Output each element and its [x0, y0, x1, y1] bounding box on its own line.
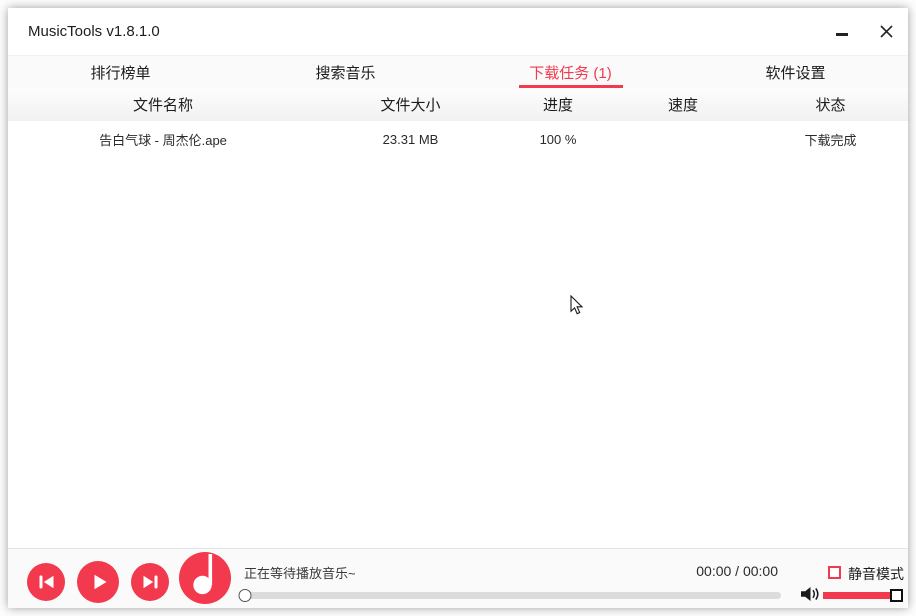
next-track-button[interactable] [131, 563, 169, 601]
app-window: MusicTools v1.8.1.0 排行榜单 搜索音乐 [8, 8, 908, 608]
tab-label: 软件设置 [765, 62, 825, 83]
tab-downloads[interactable]: 下载任务 (1) [458, 56, 683, 88]
volume-thumb[interactable] [890, 589, 903, 602]
column-header-status: 状态 [753, 94, 908, 115]
column-header-filename: 文件名称 [8, 94, 318, 115]
tab-settings[interactable]: 软件设置 [683, 56, 908, 88]
window-title: MusicTools v1.8.1.0 [28, 23, 160, 40]
cell-status: 下载完成 [753, 130, 908, 149]
column-header-filesize: 文件大小 [318, 94, 503, 115]
tab-search[interactable]: 搜索音乐 [233, 56, 458, 88]
app-logo [179, 552, 231, 604]
column-header-speed: 速度 [613, 94, 753, 115]
progress-track [245, 592, 781, 599]
tabbar: 排行榜单 搜索音乐 下载任务 (1) 软件设置 [8, 55, 908, 88]
tab-label: 搜索音乐 [315, 62, 375, 83]
cell-filesize: 23.31 MB [318, 132, 503, 147]
skip-back-icon [39, 575, 54, 589]
close-button[interactable] [864, 8, 908, 55]
volume-slider[interactable] [823, 589, 901, 602]
player-bar: 正在等待播放音乐~ 00:00 / 00:00 静音模式 [8, 548, 908, 608]
skip-forward-icon [143, 575, 158, 589]
previous-track-button[interactable] [27, 563, 65, 601]
mute-label: 静音模式 [848, 564, 904, 584]
column-header-progress: 进度 [503, 94, 613, 115]
mute-checkbox[interactable] [828, 566, 841, 579]
download-list: 告白气球 - 周杰伦.ape 23.31 MB 100 % 下载完成 [8, 121, 908, 548]
screen: MusicTools v1.8.1.0 排行榜单 搜索音乐 [0, 0, 916, 616]
music-note-icon [179, 552, 231, 604]
table-header: 文件名称 文件大小 进度 速度 状态 [8, 88, 908, 121]
titlebar: MusicTools v1.8.1.0 [8, 8, 908, 55]
download-row[interactable]: 告白气球 - 周杰伦.ape 23.31 MB 100 % 下载完成 [8, 121, 908, 158]
play-button[interactable] [77, 561, 119, 603]
player-status-text: 正在等待播放音乐~ [244, 563, 356, 582]
play-icon [92, 574, 108, 590]
speaker-icon[interactable] [800, 585, 820, 603]
tab-label: 排行榜单 [90, 62, 150, 83]
window-controls [820, 8, 908, 55]
playback-progress-slider[interactable] [245, 589, 781, 602]
minimize-icon [836, 33, 848, 36]
minimize-button[interactable] [820, 8, 864, 55]
close-icon [880, 25, 893, 38]
playback-time: 00:00 / 00:00 [696, 563, 778, 579]
progress-thumb[interactable] [239, 589, 252, 602]
cell-progress: 100 % [503, 132, 613, 147]
tab-label: 下载任务 (1) [529, 62, 612, 83]
cell-filename: 告白气球 - 周杰伦.ape [8, 130, 318, 149]
tab-ranking[interactable]: 排行榜单 [8, 56, 233, 88]
